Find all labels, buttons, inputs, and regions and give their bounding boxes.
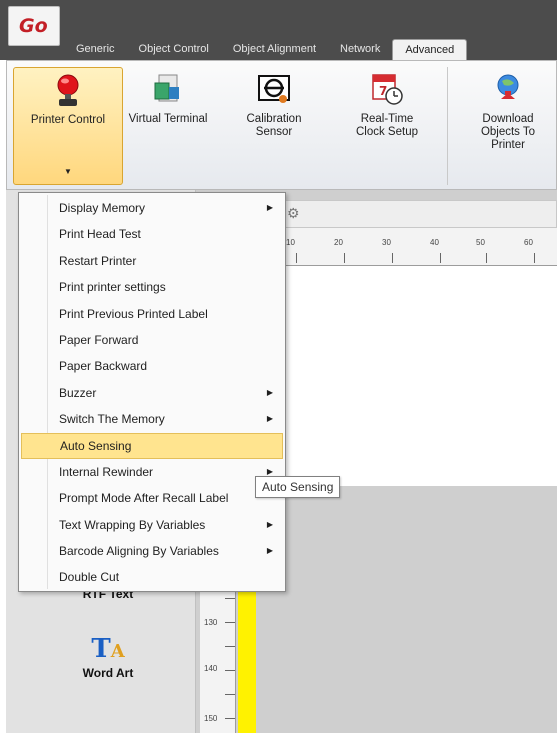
download-objects-button[interactable]: Download Objects To Printer — [465, 67, 551, 185]
tab-advanced[interactable]: Advanced — [392, 39, 468, 60]
word-art-label: Word Art — [82, 666, 134, 680]
real-time-clock-setup-button[interactable]: 7 Real-Time Clock Setup — [347, 67, 427, 185]
menu-item-paper-forward[interactable]: Paper Forward — [19, 327, 285, 353]
app-logo-button[interactable]: Go — [8, 6, 60, 46]
canvas-toolbar: ⚙ — [270, 200, 557, 228]
ruler-tick — [296, 253, 297, 263]
menu-item-label: Barcode Aligning By Variables — [59, 544, 219, 559]
calibration-sensor-label-line1: Calibration — [246, 113, 302, 125]
submenu-arrow-icon: ▶ — [266, 387, 273, 397]
menu-item-label: Switch The Memory — [59, 412, 165, 427]
menu-item-label: Double Cut — [59, 570, 120, 585]
menu-item-internal-rewinder[interactable]: Internal Rewinder ▶ — [19, 459, 285, 485]
tooltip: Auto Sensing — [255, 476, 341, 498]
ruler-tick — [344, 253, 345, 263]
menu-item-label: Paper Backward — [59, 359, 148, 374]
printer-control-button[interactable]: Printer Control ▼ — [13, 67, 123, 185]
download-globe-icon — [490, 71, 526, 107]
menu-item-switch-memory[interactable]: Switch The Memory ▶ — [19, 406, 285, 432]
ruler-label: 150 — [204, 714, 218, 723]
calibration-sensor-icon — [256, 71, 292, 107]
tab-generic[interactable]: Generic — [64, 39, 127, 60]
calibration-sensor-label-line2: Sensor — [255, 126, 293, 138]
rtc-label-line2: Clock Setup — [355, 126, 418, 138]
printer-control-menu: Display Memory ▶ Print Head Test Restart… — [18, 192, 286, 592]
calendar-clock-icon: 7 — [369, 71, 405, 107]
submenu-arrow-icon: ▶ — [266, 546, 273, 556]
rtc-label-line1: Real-Time — [360, 113, 414, 125]
virtual-terminal-icon — [150, 71, 186, 107]
menu-item-buzzer[interactable]: Buzzer ▶ — [19, 380, 285, 406]
virtual-terminal-label: Virtual Terminal — [128, 113, 208, 125]
menu-item-prompt-mode[interactable]: Prompt Mode After Recall Label — [19, 485, 285, 511]
menu-item-label: Prompt Mode After Recall Label — [59, 491, 229, 506]
ruler-tick — [392, 253, 393, 263]
ruler-tick — [225, 598, 235, 599]
ruler-label: 130 — [204, 618, 218, 627]
menu-item-restart-printer[interactable]: Restart Printer — [19, 248, 285, 274]
word-art-tool[interactable]: TA Word Art — [68, 635, 148, 680]
menu-item-label: Paper Forward — [59, 332, 139, 347]
menu-item-label: Print Head Test — [59, 227, 141, 242]
title-bar: Go Generic Object Control Object Alignme… — [0, 0, 557, 60]
ruler-tick — [225, 694, 235, 695]
calibration-sensor-button[interactable]: Calibration Sensor — [239, 67, 309, 185]
ruler-tick — [225, 646, 235, 647]
tab-network[interactable]: Network — [328, 39, 392, 60]
menu-item-print-printer-settings[interactable]: Print printer settings — [19, 274, 285, 300]
app-logo-text: Go — [19, 15, 48, 37]
submenu-arrow-icon: ▶ — [266, 203, 273, 212]
horizontal-ruler: 10 20 30 40 50 60 — [270, 228, 557, 266]
printer-control-icon — [50, 72, 86, 108]
ribbon-separator — [447, 67, 448, 185]
tab-object-alignment[interactable]: Object Alignment — [221, 39, 328, 60]
ruler-label: 30 — [382, 238, 391, 247]
download-label-line2: Objects To — [480, 126, 536, 138]
submenu-arrow-icon: ▶ — [266, 414, 273, 424]
menu-item-label: Restart Printer — [59, 253, 137, 268]
gear-icon[interactable]: ⚙ — [287, 205, 300, 222]
menu-item-label: Display Memory — [59, 201, 146, 215]
chevron-down-icon: ▼ — [64, 167, 72, 176]
word-art-icon: TA — [91, 634, 125, 664]
submenu-arrow-icon: ▶ — [266, 519, 273, 529]
download-label-line3: Printer — [491, 139, 525, 151]
ruler-tick — [486, 253, 487, 263]
ruler-tick — [534, 253, 535, 263]
download-label-line1: Download — [482, 113, 534, 125]
label-margin-strip — [238, 590, 256, 733]
ruler-tick — [225, 670, 235, 671]
vertical-ruler: 130 140 150 — [200, 590, 236, 733]
ribbon-tabs: Generic Object Control Object Alignment … — [64, 39, 468, 60]
menu-item-paper-backward[interactable]: Paper Backward — [19, 353, 285, 379]
menu-item-barcode-aligning[interactable]: Barcode Aligning By Variables ▶ — [19, 538, 285, 564]
menu-item-text-wrapping[interactable]: Text Wrapping By Variables ▶ — [19, 512, 285, 538]
menu-item-double-cut[interactable]: Double Cut — [19, 564, 285, 590]
ruler-tick — [225, 718, 235, 719]
menu-item-print-head-test[interactable]: Print Head Test — [19, 221, 285, 247]
virtual-terminal-button[interactable]: Virtual Terminal — [127, 67, 209, 185]
menu-item-print-previous-label[interactable]: Print Previous Printed Label — [19, 301, 285, 327]
menu-item-auto-sensing[interactable]: Auto Sensing — [21, 432, 283, 459]
menu-item-label: Buzzer — [59, 385, 97, 400]
ribbon-panel: Printer Control ▼ Virtual Terminal Calib… — [6, 60, 557, 190]
menu-item-label: Print Previous Printed Label — [59, 306, 208, 321]
menu-item-label: Print printer settings — [59, 280, 166, 295]
ruler-label: 20 — [334, 238, 343, 247]
ruler-label: 40 — [430, 238, 439, 247]
ruler-label: 10 — [286, 238, 295, 247]
ruler-tick — [440, 253, 441, 263]
label-design-page[interactable] — [286, 266, 557, 486]
ruler-label: 60 — [524, 238, 533, 247]
tab-object-control[interactable]: Object Control — [127, 39, 221, 60]
menu-item-display-memory[interactable]: Display Memory ▶ — [19, 195, 285, 221]
ruler-tick — [225, 622, 235, 623]
ruler-label: 50 — [476, 238, 485, 247]
menu-item-label: Text Wrapping By Variables — [59, 517, 206, 532]
ruler-label: 140 — [204, 664, 218, 673]
menu-item-label: Internal Rewinder — [59, 464, 154, 479]
printer-control-label: Printer Control — [30, 114, 106, 126]
menu-item-label: Auto Sensing — [60, 438, 132, 453]
